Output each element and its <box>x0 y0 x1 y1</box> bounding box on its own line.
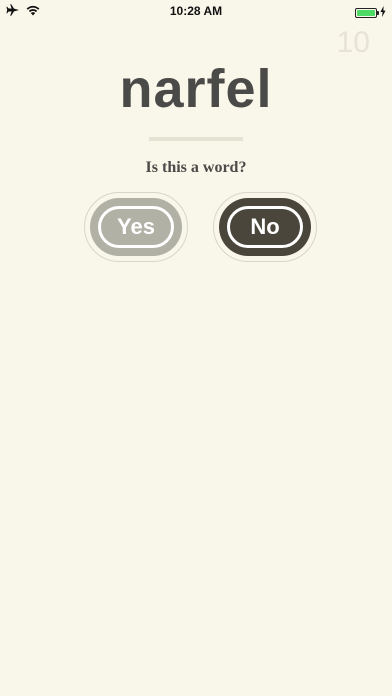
battery-cap <box>377 11 379 15</box>
status-right <box>355 4 386 22</box>
challenge-word: narfel <box>119 59 273 119</box>
status-bar: 10:28 AM <box>0 0 392 22</box>
wifi-icon <box>26 3 40 21</box>
no-button-label: No <box>227 206 303 248</box>
airplane-icon <box>6 3 20 21</box>
charging-bolt-icon <box>380 4 386 22</box>
yes-button-ring: Yes <box>90 198 182 256</box>
no-button-ring: No <box>219 198 311 256</box>
battery-icon <box>355 8 379 18</box>
yes-button-label: Yes <box>98 206 174 248</box>
status-left <box>6 3 40 21</box>
word-counter: 10 <box>336 26 370 59</box>
yes-button[interactable]: Yes <box>84 192 188 262</box>
divider <box>149 137 243 141</box>
battery-fill <box>357 10 375 16</box>
no-button[interactable]: No <box>213 192 317 262</box>
question-prompt: Is this a word? <box>145 159 247 176</box>
status-time: 10:28 AM <box>169 4 223 18</box>
